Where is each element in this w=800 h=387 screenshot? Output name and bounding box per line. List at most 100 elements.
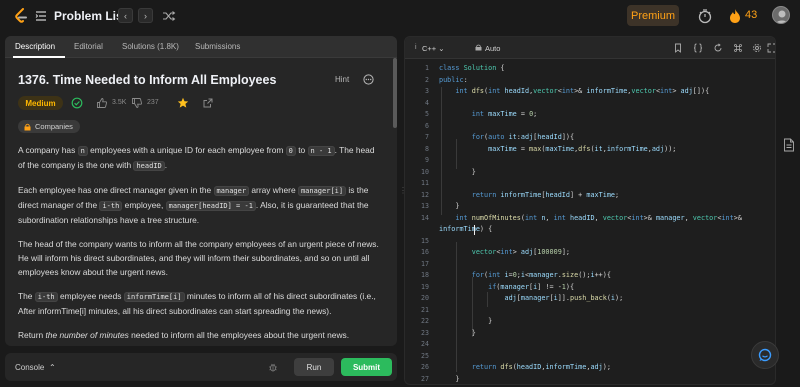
code-n-minus-1: n - 1	[307, 146, 335, 156]
solved-check-icon	[71, 97, 83, 109]
chevron-left-icon: ‹	[124, 10, 127, 21]
code-line: int numOfMinutes(int n, int headID, vect…	[455, 213, 742, 222]
text: Each employee has one direct manager giv…	[18, 185, 214, 195]
command-icon[interactable]	[733, 43, 743, 53]
run-button[interactable]: Run	[294, 358, 334, 376]
line-number: 27	[421, 374, 429, 383]
line-number: 4	[425, 98, 429, 107]
code-line: adj[manager[i]].push_back(i);	[504, 294, 624, 302]
leetcode-logo-icon[interactable]	[14, 8, 28, 24]
active-tab-indicator	[13, 56, 65, 58]
code-line: public:	[439, 75, 468, 84]
thumbs-up-icon[interactable]	[96, 97, 108, 109]
fullscreen-icon[interactable]	[767, 43, 776, 53]
braces-icon[interactable]	[693, 43, 703, 53]
reset-icon[interactable]	[713, 43, 723, 53]
text: The	[18, 291, 35, 301]
problem-list-link[interactable]: Problem List	[54, 9, 127, 23]
indent-guide	[456, 242, 457, 372]
console-bar: Console ⌃ Run Submit	[5, 353, 397, 381]
tab-solutions[interactable]: Solutions (1.8K)	[122, 42, 179, 51]
timer-icon[interactable]	[697, 8, 713, 24]
line-number: 6	[425, 121, 429, 130]
lock-language-icon: i	[415, 44, 417, 51]
description-paragraph-5: Return the number of minutes needed to i…	[18, 328, 383, 342]
hint-button[interactable]: Hint	[335, 75, 349, 84]
console-toggle[interactable]: Console	[15, 363, 44, 372]
fire-icon[interactable]	[729, 8, 741, 24]
companies-badge[interactable]: Companies	[18, 120, 80, 133]
debug-icon[interactable]	[268, 362, 278, 372]
chevron-up-icon[interactable]: ⌃	[49, 363, 56, 372]
autocomplete-toggle[interactable]: Auto	[475, 44, 500, 53]
text: .	[164, 160, 168, 170]
dislikes-count: 237	[147, 99, 159, 106]
more-icon[interactable]	[363, 74, 374, 85]
description-panel: Description Editorial Solutions (1.8K) S…	[5, 36, 397, 346]
line-number: 17	[421, 259, 429, 268]
notes-icon[interactable]	[783, 138, 795, 152]
description-scrollbar[interactable]	[393, 58, 397, 128]
code-line: return informTime[headId] + maxTime;	[471, 190, 620, 199]
text: employee,	[122, 200, 166, 210]
submit-button[interactable]: Submit	[341, 358, 392, 376]
chat-button[interactable]	[751, 341, 779, 369]
text: array where	[249, 185, 298, 195]
chevron-right-icon: ›	[144, 10, 147, 21]
line-number: 19	[421, 282, 429, 291]
description-paragraph-2: Each employee has one direct manager giv…	[18, 183, 383, 227]
tab-editorial[interactable]: Editorial	[74, 42, 103, 51]
code-manager-i: manager[i]	[297, 186, 347, 196]
star-icon[interactable]	[177, 97, 189, 109]
code-i-th: i-th	[34, 292, 58, 302]
thumbs-down-icon[interactable]	[131, 97, 143, 109]
code-line: informTime) {	[439, 225, 493, 233]
code-line: class Solution {	[439, 64, 505, 72]
avatar[interactable]	[772, 6, 790, 24]
line-number: 20	[421, 294, 429, 302]
list-icon[interactable]	[35, 10, 47, 22]
emphasis: the number of minutes	[45, 330, 129, 340]
language-label: C++	[422, 44, 437, 53]
chat-icon	[758, 348, 772, 362]
indent-guide	[456, 139, 457, 169]
shuffle-icon[interactable]	[162, 9, 176, 23]
line-number: 15	[421, 236, 429, 245]
code-line: int dfs(int headId,vector<int>& informTi…	[455, 87, 710, 95]
tab-description[interactable]: Description	[15, 42, 55, 51]
line-number: 21	[421, 305, 429, 314]
gear-icon[interactable]	[752, 43, 762, 53]
prev-problem-button[interactable]: ‹	[118, 8, 133, 23]
line-number: 7	[425, 133, 429, 141]
code-line: }	[439, 328, 476, 337]
mode-label: Auto	[485, 44, 501, 53]
premium-button[interactable]: Premium	[627, 5, 679, 26]
text: Return	[18, 330, 46, 340]
code-informtime-i: informTime[i]	[123, 292, 185, 302]
code-line: for(int i=0;i<manager.size();i++){	[471, 271, 611, 279]
code-zero: 0	[285, 146, 296, 156]
code-line: maxTime = max(maxTime,dfs(it,informTime,…	[488, 144, 677, 153]
top-navigation-bar: Problem List ‹ › Premium 43	[0, 0, 800, 32]
share-icon[interactable]	[202, 97, 214, 109]
code-line: }	[439, 317, 493, 325]
panel-resize-handle[interactable]: ⋮	[399, 186, 407, 198]
line-number: 22	[421, 317, 429, 325]
next-problem-button[interactable]: ›	[138, 8, 153, 23]
panel-tabs: Description Editorial Solutions (1.8K) S…	[5, 36, 397, 58]
line-number: 5	[425, 110, 429, 118]
language-selector[interactable]: C++ ⌄	[422, 44, 445, 53]
code-headid: headID	[133, 161, 165, 171]
code-line: if(manager[i] != -1){	[488, 282, 575, 291]
tab-submissions[interactable]: Submissions	[195, 42, 240, 51]
streak-count[interactable]: 43	[745, 9, 757, 21]
lock-icon	[24, 123, 31, 130]
line-number: 23	[421, 328, 429, 337]
text: to	[295, 145, 308, 155]
page-title[interactable]: 1376. Time Needed to Inform All Employee…	[18, 73, 276, 87]
line-number: 18	[421, 271, 429, 279]
code-line: int maxTime = 0;	[471, 110, 538, 118]
line-number: 8	[425, 144, 429, 153]
code-line: return dfs(headID,informTime,adj);	[471, 363, 611, 371]
bookmark-icon[interactable]	[673, 43, 683, 53]
